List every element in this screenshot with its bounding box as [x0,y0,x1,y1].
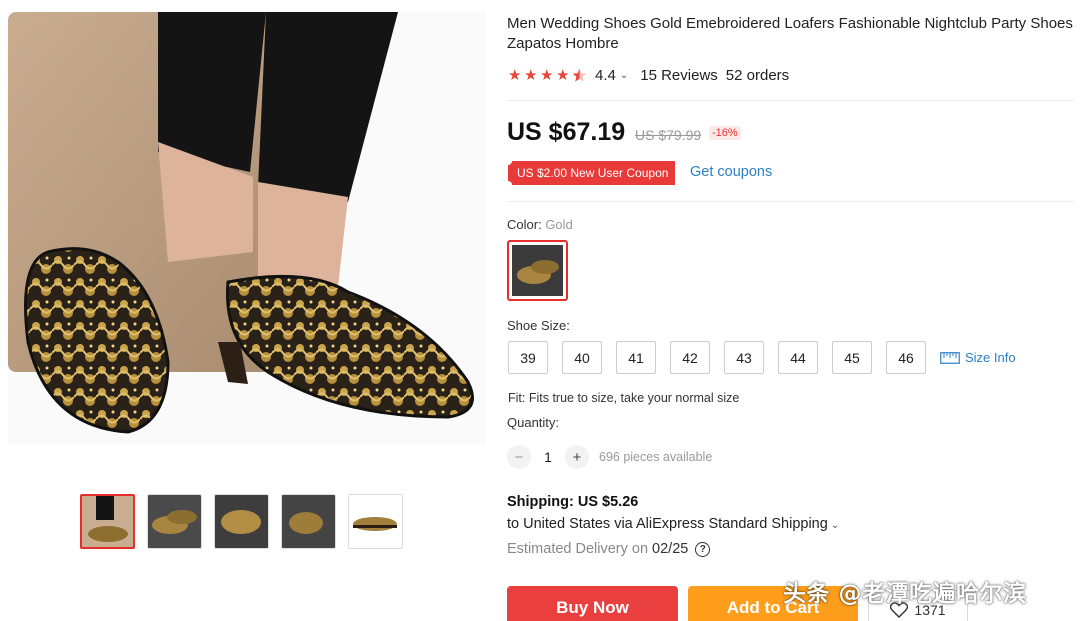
stock-available: 696 pieces available [599,450,713,464]
fit-note: Fit: Fits true to size, take your normal… [508,391,740,405]
reviews-link[interactable]: 15 Reviews [640,67,718,84]
divider [507,100,1074,101]
original-price: US $79.99 [635,127,702,143]
current-price: US $67.19 [507,118,626,146]
star-icon: ★ [556,66,570,84]
chevron-down-icon: ⌄ [830,520,840,531]
star-rating: ★ ★ ★ ★ [508,68,587,83]
size-option[interactable]: 42 [670,341,710,374]
thumbnail-4[interactable] [281,494,336,549]
size-info-label: Size Info [965,350,1016,365]
thumbnail-strip [80,494,403,549]
rating-row: ★ ★ ★ ★ 4.4 ⌄ 15 Reviews 52 orders [508,64,789,86]
quantity-label: Quantity: [507,415,560,430]
size-options: 39 40 41 42 43 44 45 46 Size Info [508,341,1016,374]
thumbnail-5[interactable] [348,494,403,549]
product-title: Men Wedding Shoes Gold Emebroidered Loaf… [507,15,1073,52]
star-icon: ★ [508,66,522,84]
main-product-image[interactable] [8,12,486,444]
quantity-increase-button[interactable]: + [565,445,589,469]
buy-now-button[interactable]: Buy Now [507,586,678,621]
star-icon: ★ [524,66,538,84]
new-user-coupon[interactable]: US $2.00 New User Coupon [503,157,676,189]
color-label: Color: Gold [507,217,573,232]
quantity-decrease-button[interactable]: − [507,445,531,469]
get-coupons-link[interactable]: Get coupons [690,164,772,180]
shoe-photo [8,12,486,444]
size-option[interactable]: 41 [616,341,656,374]
ruler-icon [940,351,960,364]
divider [507,201,1074,202]
size-option[interactable]: 39 [508,341,548,374]
estimated-delivery: Estimated Delivery on 02/25 ? [507,541,711,557]
question-circle-icon[interactable]: ? [695,541,711,557]
orders-count: 52 orders [725,66,790,84]
rating-value[interactable]: 4.4 [595,67,616,84]
star-icon: ★ [540,66,554,84]
color-swatch-gold[interactable] [507,240,568,301]
size-label: Shoe Size: [507,318,570,333]
shipping-price: Shipping: US $5.26 [507,494,639,510]
size-info-link[interactable]: Size Info [940,350,1016,365]
delivery-label: Estimated Delivery on [507,541,649,557]
quantity-value[interactable]: 1 [531,449,565,465]
size-option[interactable]: 44 [778,341,818,374]
thumbnail-2[interactable] [147,494,202,549]
quantity-stepper: − 1 + 696 pieces available [507,444,712,470]
star-half-icon [572,68,587,83]
chevron-down-icon[interactable]: ⌄ [620,70,628,81]
size-option[interactable]: 40 [562,341,602,374]
selected-color: Gold [545,217,573,232]
shipping-method-selector[interactable]: to United States via AliExpress Standard… [507,516,851,532]
shipping-route: to United States via AliExpress Standard… [507,516,828,532]
thumbnail-3[interactable] [214,494,269,549]
size-option[interactable]: 46 [886,341,926,374]
size-option[interactable]: 45 [832,341,872,374]
watermark-text: 头条 @老潭吃遍哈尔滨 [783,581,1027,607]
color-label-text: Color: [507,217,542,232]
delivery-date: 02/25 [652,541,689,557]
discount-badge: -16% [709,126,741,140]
thumbnail-1[interactable] [80,494,135,549]
size-option[interactable]: 43 [724,341,764,374]
